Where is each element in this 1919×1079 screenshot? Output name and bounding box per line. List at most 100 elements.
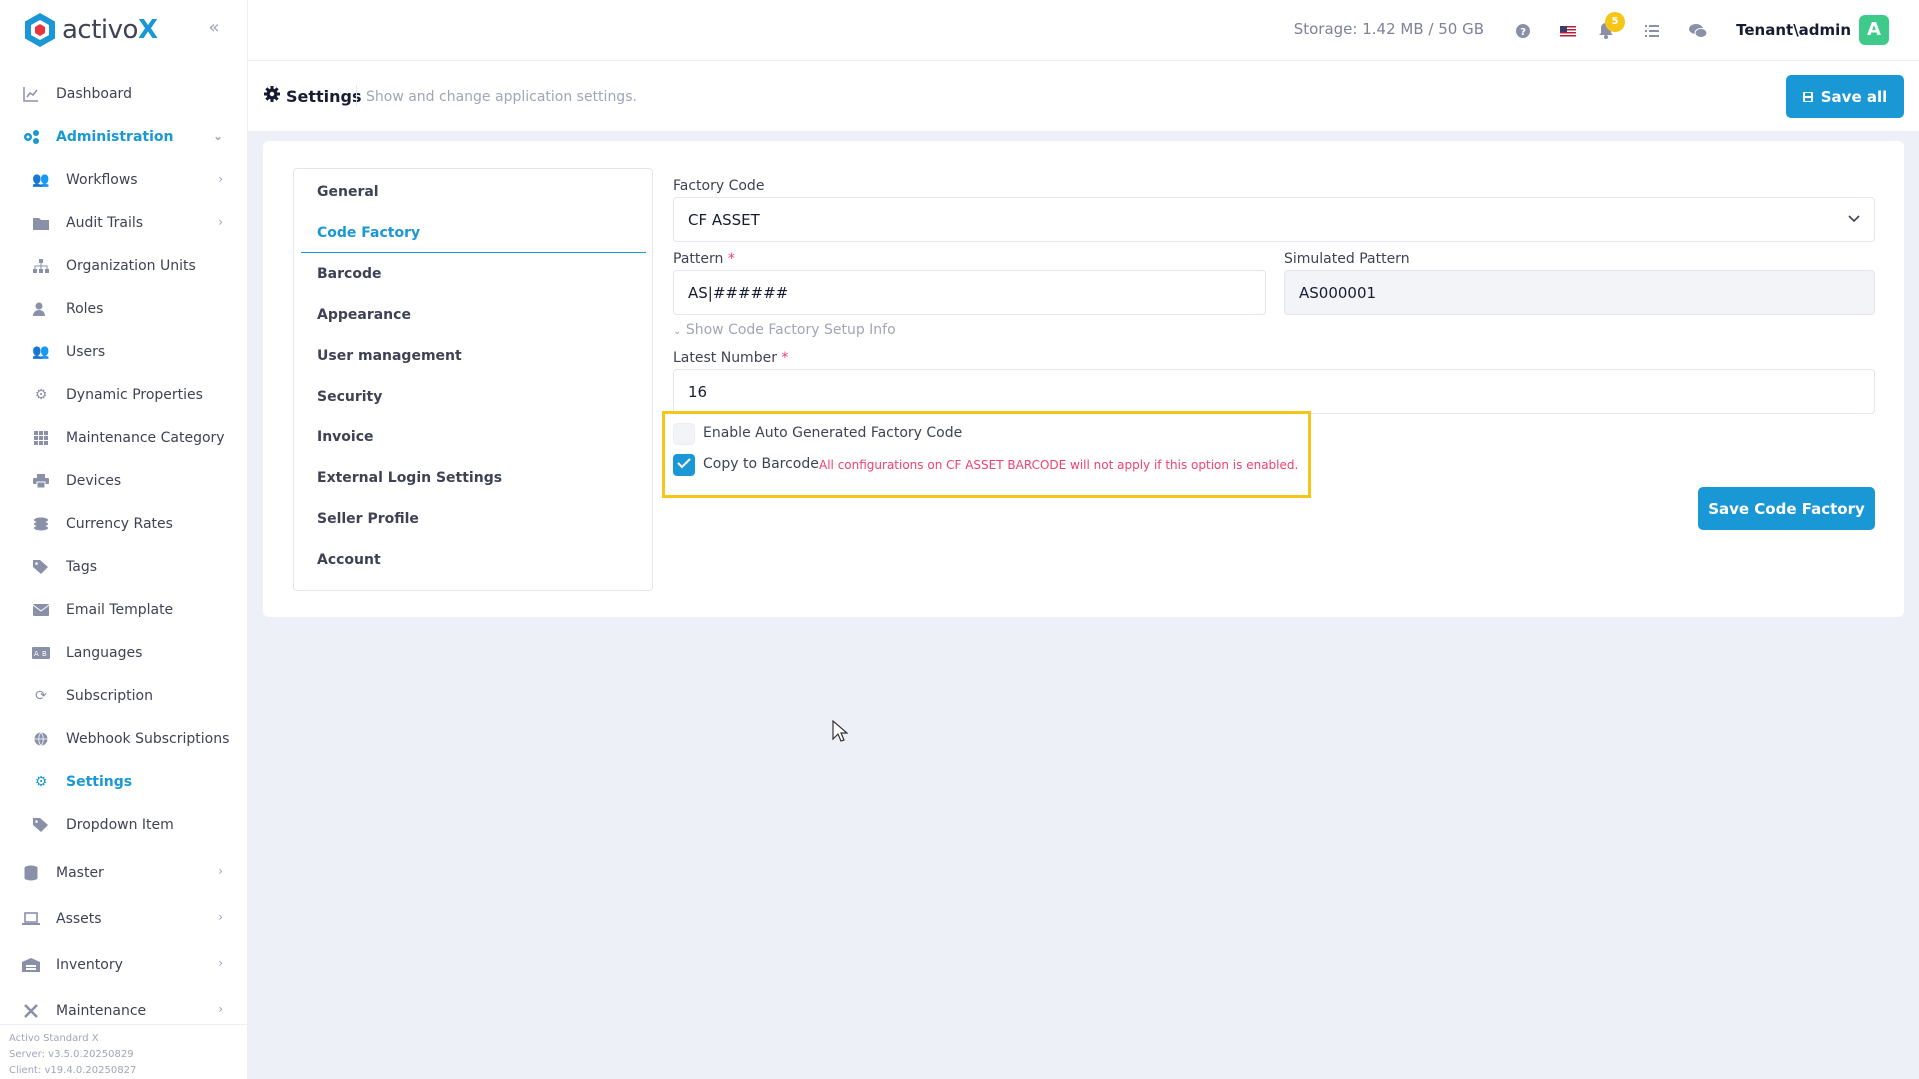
- us-flag-icon[interactable]: [1557, 20, 1579, 42]
- sidebar-item-label: Organization Units: [66, 257, 196, 274]
- sidebar-item-tags[interactable]: Tags: [0, 545, 247, 588]
- chevron-right-icon: ›: [218, 956, 223, 970]
- chat-icon[interactable]: [1687, 20, 1709, 42]
- mouse-cursor-icon: [832, 720, 848, 742]
- latest-number-value: 16: [688, 382, 708, 401]
- collapse-sidebar-icon[interactable]: «: [204, 18, 224, 38]
- user-menu[interactable]: Tenant\admin A: [1736, 15, 1889, 45]
- factory-code-select[interactable]: CF ASSET: [673, 197, 1875, 242]
- auto-generated-label: Enable Auto Generated Factory Code: [703, 425, 963, 441]
- envelope-icon: [32, 601, 50, 619]
- logo-hex-icon: [25, 13, 55, 47]
- tab-external-login-settings[interactable]: External Login Settings: [301, 458, 646, 498]
- coins-icon: [32, 515, 50, 533]
- page-title-text: Settings: [286, 86, 362, 106]
- gear-icon: [264, 86, 280, 106]
- auto-generated-checkbox[interactable]: [673, 423, 695, 445]
- tab-security[interactable]: Security: [301, 377, 646, 417]
- copy-to-barcode-warning: All configurations on CF ASSET BARCODE w…: [819, 458, 1299, 472]
- copy-to-barcode-label: Copy to Barcode: [703, 456, 819, 472]
- pattern-input[interactable]: AS|######: [673, 270, 1266, 315]
- sidebar-item-email-template[interactable]: Email Template: [0, 588, 247, 631]
- sidebar: activoX « Dashboard Administration ⌄ 👥 Wo…: [0, 0, 248, 1079]
- simulated-pattern-label: Simulated Pattern: [1284, 251, 1410, 267]
- chevron-right-icon: ›: [218, 1002, 223, 1016]
- latest-number-input[interactable]: 16: [673, 369, 1875, 414]
- bell-icon[interactable]: 5: [1595, 12, 1625, 42]
- topbar: Storage: 1.42 MB / 50 GB ? 5 Tenant\admi…: [248, 0, 1919, 61]
- sidebar-item-dynamic-properties[interactable]: ⚙ Dynamic Properties: [0, 373, 247, 416]
- sidebar-item-dropdown-item[interactable]: Dropdown Item: [0, 803, 247, 846]
- logo[interactable]: activoX «: [0, 0, 247, 60]
- user-tag-icon: [32, 300, 50, 318]
- users-icon: 👥: [32, 343, 50, 360]
- sidebar-item-inventory[interactable]: Inventory ›: [0, 942, 247, 988]
- sidebar-item-webhook-subscriptions[interactable]: Webhook Subscriptions: [0, 717, 247, 760]
- checkmark-icon: [677, 457, 691, 473]
- sidebar-item-dashboard[interactable]: Dashboard: [0, 72, 247, 115]
- page-description: Show and change application settings.: [366, 89, 637, 105]
- tab-barcode[interactable]: Barcode: [301, 254, 646, 294]
- gear-icon: ⚙: [34, 386, 48, 403]
- tab-seller-profile[interactable]: Seller Profile: [301, 499, 646, 539]
- sidebar-item-label: Administration: [56, 128, 174, 145]
- language-icon: AB: [32, 644, 50, 662]
- sidebar-item-assets[interactable]: Assets ›: [0, 896, 247, 942]
- svg-text:B: B: [42, 650, 47, 658]
- copy-to-barcode-checkbox[interactable]: [673, 454, 695, 476]
- sidebar-item-label: Inventory: [56, 957, 123, 973]
- save-code-factory-button[interactable]: Save Code Factory: [1698, 487, 1875, 530]
- chevron-right-icon: ›: [218, 864, 223, 878]
- save-all-button[interactable]: Save all: [1786, 75, 1904, 118]
- divider: [356, 85, 357, 107]
- sidebar-item-label: Maintenance: [56, 1003, 147, 1019]
- sidebar-item-label: Dashboard: [56, 85, 132, 102]
- sidebar-item-audit-trails[interactable]: Audit Trails ›: [0, 201, 247, 244]
- folder-icon: [32, 214, 50, 232]
- sidebar-item-maintenance-category[interactable]: Maintenance Category: [0, 416, 247, 459]
- tools-icon: [22, 1002, 40, 1020]
- sidebar-item-master[interactable]: Master ›: [0, 850, 247, 896]
- sidebar-item-subscription[interactable]: ⟳ Subscription: [0, 674, 247, 717]
- sidebar-item-label: Currency Rates: [66, 515, 173, 532]
- show-setup-info-link[interactable]: ⌄ Show Code Factory Setup Info: [673, 322, 896, 338]
- chevron-down-icon: ⌄: [673, 326, 682, 337]
- sidebar-item-users[interactable]: 👥 Users: [0, 330, 247, 373]
- sidebar-item-label: Maintenance Category: [66, 429, 225, 446]
- sidebar-item-currency-rates[interactable]: Currency Rates: [0, 502, 247, 545]
- sitemap-icon: [32, 257, 50, 275]
- task-list-icon[interactable]: [1641, 20, 1663, 42]
- sidebar-item-administration[interactable]: Administration ⌄: [0, 115, 247, 158]
- simulated-pattern-field: AS000001: [1284, 270, 1875, 315]
- sidebar-item-label: Master: [56, 865, 104, 881]
- tab-code-factory[interactable]: Code Factory: [301, 213, 646, 253]
- tags-icon: [32, 816, 50, 834]
- sidebar-item-settings[interactable]: ⚙ Settings: [0, 760, 247, 803]
- printer-icon: [32, 472, 50, 490]
- sidebar-item-workflows[interactable]: 👥 Workflows ›: [0, 158, 247, 201]
- sidebar-item-roles[interactable]: Roles: [0, 287, 247, 330]
- database-icon: [22, 864, 40, 882]
- tab-invoice[interactable]: Invoice: [301, 417, 646, 457]
- sidebar-item-label: Assets: [56, 911, 102, 927]
- settings-tabs: General Code Factory Barcode Appearance …: [293, 168, 653, 591]
- chevron-right-icon: ›: [218, 172, 223, 186]
- sidebar-menu: Dashboard Administration ⌄: [0, 72, 247, 158]
- users-icon: 👥: [32, 171, 50, 188]
- sidebar-item-languages[interactable]: A B Languages: [0, 631, 247, 674]
- tab-user-management[interactable]: User management: [301, 336, 646, 376]
- tab-account[interactable]: Account: [301, 540, 646, 580]
- help-icon[interactable]: ?: [1512, 20, 1534, 42]
- factory-code-value: CF ASSET: [688, 210, 760, 229]
- sync-icon: ⟳: [35, 687, 47, 704]
- sidebar-item-label: Languages: [66, 644, 143, 661]
- sidebar-item-organization-units[interactable]: Organization Units: [0, 244, 247, 287]
- logo-text: activoX: [62, 15, 158, 45]
- grid-icon: [32, 429, 50, 447]
- sidebar-item-label: Dynamic Properties: [66, 386, 203, 403]
- tab-appearance[interactable]: Appearance: [301, 295, 646, 335]
- sidebar-item-label: Audit Trails: [66, 214, 144, 231]
- tab-general[interactable]: General: [301, 172, 646, 212]
- chevron-right-icon: ›: [218, 910, 223, 924]
- sidebar-item-devices[interactable]: Devices: [0, 459, 247, 502]
